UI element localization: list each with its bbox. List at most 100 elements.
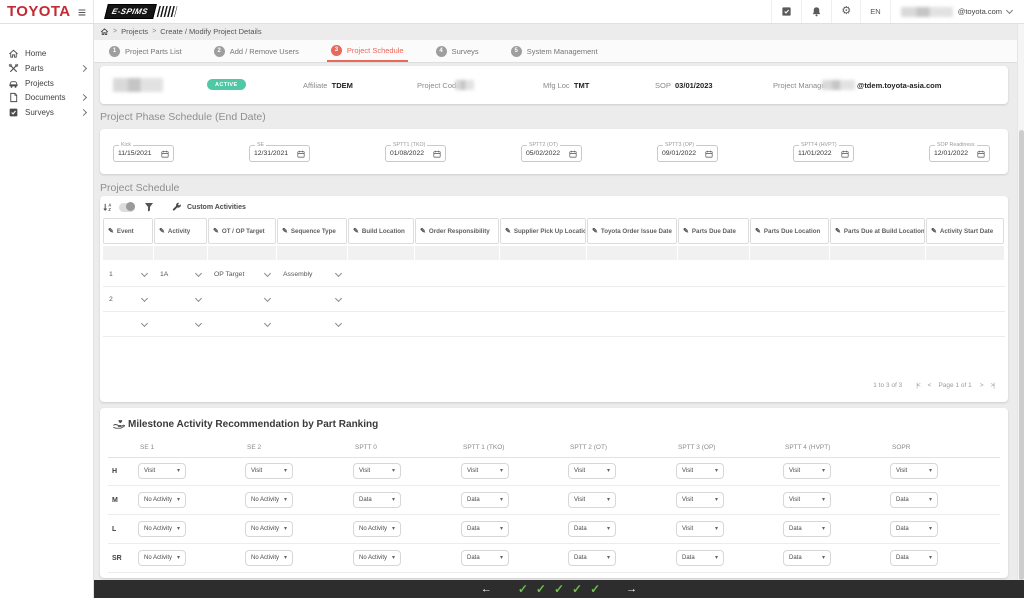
sequence-type-dropdown[interactable]	[277, 294, 347, 302]
activity-select[interactable]: Data ▾	[353, 492, 401, 508]
activity-dropdown[interactable]	[154, 294, 207, 302]
activity-select[interactable]: Data ▾	[890, 550, 938, 566]
sidebar-item-parts[interactable]: Parts	[0, 62, 94, 75]
prev-page-button[interactable]: <	[928, 382, 932, 389]
tab-project-parts-list[interactable]: 1 Project Parts List	[105, 40, 186, 62]
activity-select[interactable]: Visit ▾	[890, 463, 938, 479]
activity-select[interactable]: Visit ▾	[676, 463, 724, 479]
notifications-bell-icon[interactable]	[801, 0, 831, 23]
column-header-build-location[interactable]: ✎ Build Location	[348, 218, 414, 244]
sidebar-item-projects[interactable]: Projects	[0, 77, 94, 90]
activity-select[interactable]: Visit ▾	[138, 463, 186, 479]
activity-select[interactable]: No Activity ▾	[245, 521, 293, 537]
activity-select[interactable]: Data ▾	[461, 550, 509, 566]
scrollbar-thumb[interactable]	[1019, 130, 1024, 580]
activity-select[interactable]: Visit ▾	[568, 463, 616, 479]
sidebar-item-home[interactable]: Home	[0, 47, 94, 60]
hamburger-menu-icon[interactable]: ≡	[78, 5, 86, 19]
language-selector[interactable]: EN	[860, 0, 889, 23]
activity-select[interactable]: Visit ▾	[783, 463, 831, 479]
date-field-sptt3[interactable]: SPTT3 (OP) 09/01/2022	[657, 142, 718, 162]
last-page-button[interactable]: >|	[991, 382, 996, 389]
activity-select[interactable]: Data ▾	[568, 521, 616, 537]
chevron-down-icon	[194, 294, 203, 302]
activity-select[interactable]: No Activity ▾	[245, 492, 293, 508]
date-field-kick[interactable]: Kick 11/15/2021	[113, 142, 174, 162]
custom-activities-button[interactable]: Custom Activities	[187, 204, 246, 211]
activity-dropdown[interactable]: 1A	[154, 269, 207, 278]
tab-number: 5	[510, 45, 522, 57]
column-header-toyota-order-issue-date[interactable]: ✎ Toyota Order Issue Date	[587, 218, 677, 244]
activity-select[interactable]: No Activity ▾	[353, 521, 401, 537]
activity-select[interactable]: Visit ▾	[676, 521, 724, 537]
activity-select[interactable]: No Activity ▾	[353, 550, 401, 566]
settings-gear-icon[interactable]: ⚙	[831, 0, 860, 23]
ot-op-target-dropdown[interactable]	[208, 294, 276, 302]
sidebar-item-surveys[interactable]: Surveys	[0, 106, 94, 119]
ot-op-target-dropdown[interactable]	[208, 319, 276, 327]
event-dropdown[interactable]: 2	[103, 294, 153, 303]
date-field-se[interactable]: SE 12/31/2021	[249, 142, 310, 162]
edit-icon: ✎	[420, 228, 426, 235]
activity-select[interactable]: Data ▾	[461, 521, 509, 537]
sort-icon[interactable]: AZ	[102, 202, 113, 213]
column-header-supplier-pickup[interactable]: ✎ Supplier Pick Up Location	[500, 218, 586, 244]
activity-select[interactable]: Visit ▾	[245, 463, 293, 479]
filter-icon[interactable]	[144, 202, 154, 212]
column-header-ot-op-target[interactable]: ✎ OT / OP Target	[208, 218, 276, 244]
event-dropdown[interactable]	[103, 319, 153, 327]
toggle-switch[interactable]	[119, 202, 135, 212]
activity-select[interactable]: Data ▾	[568, 550, 616, 566]
sidebar-item-documents[interactable]: Documents	[0, 91, 94, 104]
next-page-button[interactable]: >	[980, 382, 984, 389]
activity-select[interactable]: No Activity ▾	[138, 521, 186, 537]
date-field-sptt1[interactable]: SPTT1 (TKO) 01/08/2022	[385, 142, 446, 162]
column-header-activity-start-date[interactable]: ✎ Activity Start Date	[926, 218, 1004, 244]
tab-system-management[interactable]: 5 System Management	[507, 40, 602, 62]
column-header-activity[interactable]: ✎ Activity	[154, 218, 207, 244]
activity-select[interactable]: Data ▾	[890, 521, 938, 537]
sop-field: SOP 03/01/2023	[655, 81, 713, 90]
tab-add-remove-users[interactable]: 2 Add / Remove Users	[210, 40, 303, 62]
activity-select[interactable]: No Activity ▾	[245, 550, 293, 566]
tab-project-schedule[interactable]: 3 Project Schedule	[326, 40, 408, 62]
previous-step-arrow[interactable]: ←	[481, 583, 492, 595]
activity-select[interactable]: Visit ▾	[676, 492, 724, 508]
column-header-event[interactable]: ✎ Event	[103, 218, 153, 244]
date-field-sptt4[interactable]: SPTT4 (HVPT) 11/01/2022	[793, 142, 854, 162]
sequence-type-dropdown[interactable]	[277, 319, 347, 327]
chevron-down-icon: ▾	[391, 468, 395, 474]
tab-surveys[interactable]: 4 Surveys	[432, 40, 483, 62]
breadcrumb-projects[interactable]: Projects	[121, 27, 148, 36]
activity-select[interactable]: Data ▾	[890, 492, 938, 508]
column-header-parts-due-date[interactable]: ✎ Parts Due Date	[678, 218, 749, 244]
column-header-sequence-type[interactable]: ✎ Sequence Type	[277, 218, 347, 244]
activity-select[interactable]: Data ▾	[783, 550, 831, 566]
activity-select[interactable]: No Activity ▾	[138, 492, 186, 508]
chevron-down-icon	[140, 319, 149, 327]
activity-select[interactable]: No Activity ▾	[138, 550, 186, 566]
column-header-parts-due-location[interactable]: ✎ Parts Due Location	[750, 218, 829, 244]
column-header-parts-due-at-build-location[interactable]: ✎ Parts Due at Build Location	[830, 218, 925, 244]
activity-select[interactable]: Data ▾	[783, 521, 831, 537]
activity-dropdown[interactable]	[154, 319, 207, 327]
first-page-button[interactable]: |<	[916, 382, 921, 389]
vertical-scrollbar[interactable]	[1017, 24, 1024, 580]
user-menu[interactable]: @toyota.com	[889, 0, 1024, 23]
tasks-icon[interactable]	[771, 0, 801, 23]
ot-op-target-dropdown[interactable]: OP Target	[208, 269, 276, 278]
sequence-type-dropdown[interactable]: Assembly	[277, 269, 347, 278]
activity-select[interactable]: Visit ▾	[461, 463, 509, 479]
wrench-icon[interactable]	[172, 202, 182, 212]
column-header-order-responsibility[interactable]: ✎ Order Responsibility	[415, 218, 499, 244]
edit-icon: ✎	[159, 228, 165, 235]
activity-select[interactable]: Visit ▾	[568, 492, 616, 508]
next-step-arrow[interactable]: →	[626, 583, 637, 595]
date-field-sptt2[interactable]: SPTT2 (OT) 05/02/2022	[521, 142, 582, 162]
activity-select[interactable]: Data ▾	[461, 492, 509, 508]
activity-select[interactable]: Visit ▾	[783, 492, 831, 508]
date-field-sop-readiness[interactable]: SOP Readiness 12/01/2022	[929, 142, 990, 162]
event-dropdown[interactable]: 1	[103, 269, 153, 278]
activity-select[interactable]: Visit ▾	[353, 463, 401, 479]
activity-select[interactable]: Data ▾	[676, 550, 724, 566]
